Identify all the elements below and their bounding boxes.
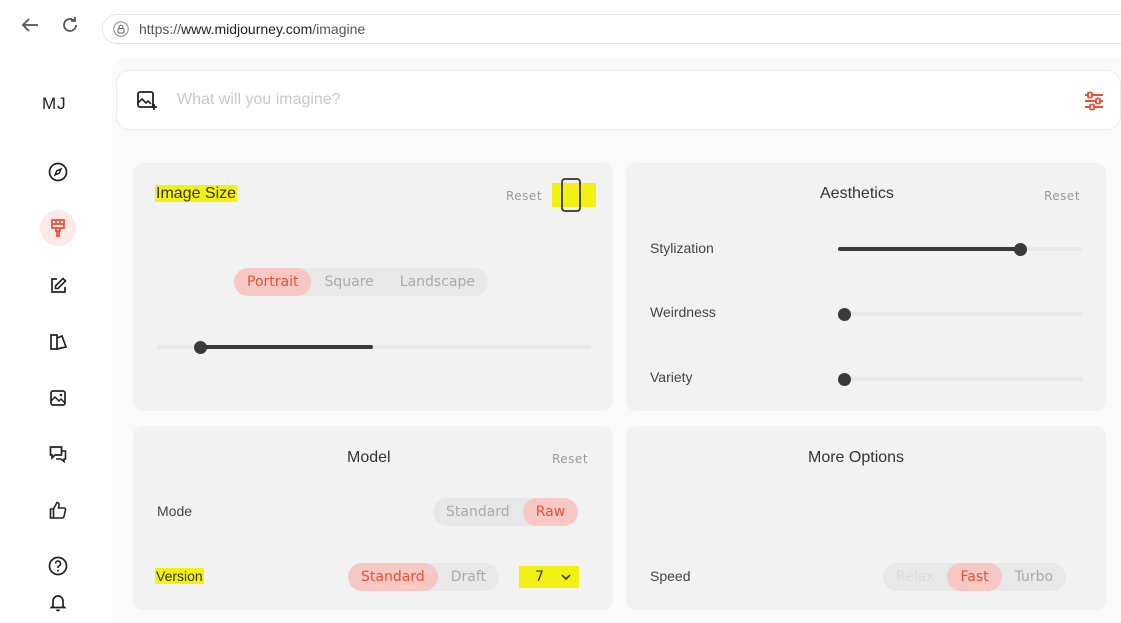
version-draft-option[interactable]: Draft	[438, 563, 499, 591]
browser-toolbar: https://www.midjourney.com/imagine	[0, 0, 1121, 58]
mode-label: Mode	[157, 503, 193, 519]
aesthetics-reset-button[interactable]: Reset	[1044, 189, 1080, 203]
sidebar-item-explore[interactable]	[40, 154, 76, 190]
speed-turbo-option[interactable]: Turbo	[1002, 563, 1067, 591]
more-options-title: More Options	[808, 449, 905, 466]
version-toggle: Standard Draft	[348, 563, 499, 591]
lock-icon	[113, 21, 129, 37]
weirdness-label: Weirdness	[650, 304, 716, 320]
reload-icon	[63, 17, 77, 32]
prompt-input[interactable]: What will you imagine?	[177, 91, 341, 109]
version-number-select[interactable]: 7	[519, 566, 579, 588]
chat-icon	[49, 446, 67, 464]
prompt-bar: What will you imagine?	[116, 70, 1121, 130]
stylization-slider-fill	[838, 247, 1022, 251]
mode-toggle: Standard Raw	[433, 498, 579, 526]
speed-toggle: Relax Fast Turbo	[883, 563, 1067, 591]
paintbrush-icon	[51, 219, 65, 237]
aspect-square-option[interactable]: Square	[311, 268, 386, 296]
sidebar-item-edit[interactable]	[40, 268, 76, 304]
aesthetics-title: Aesthetics	[820, 185, 894, 202]
aspect-landscape-option[interactable]: Landscape	[387, 268, 488, 296]
speed-relax-option[interactable]: Relax	[883, 563, 947, 591]
aspect-ratio-slider-handle[interactable]	[194, 341, 207, 354]
address-bar[interactable]: https://www.midjourney.com/imagine	[102, 14, 1121, 44]
url-path: /imagine	[312, 21, 366, 37]
more-options-card: More Options Speed Relax Fast Turbo	[626, 426, 1106, 610]
sidebar-item-organize[interactable]	[40, 380, 76, 416]
variety-label: Variety	[650, 369, 693, 385]
sidebar-item-create[interactable]	[40, 210, 76, 246]
sidebar: MJ	[0, 58, 112, 623]
variety-slider-track[interactable]	[838, 377, 1083, 381]
image-size-title-text: Image Size	[155, 185, 238, 202]
arrow-left-icon	[21, 18, 38, 32]
version-standard-option[interactable]: Standard	[348, 563, 438, 591]
stylization-label: Stylization	[650, 240, 714, 256]
image-size-card: Image Size Reset Portrait Square Landsca…	[133, 163, 613, 411]
sidebar-item-help[interactable]	[40, 548, 76, 584]
sidebar-item-tasks[interactable]	[40, 492, 76, 528]
url-scheme: https://	[139, 21, 182, 37]
weirdness-slider-track[interactable]	[838, 312, 1083, 316]
model-reset-button[interactable]: Reset	[552, 452, 588, 466]
image-icon	[50, 390, 66, 406]
sidebar-item-notifications[interactable]	[40, 584, 76, 620]
back-button[interactable]	[18, 14, 42, 38]
aspect-portrait-option[interactable]: Portrait	[234, 268, 312, 296]
image-size-reset-button[interactable]: Reset	[506, 189, 542, 203]
variety-slider-handle[interactable]	[838, 373, 851, 386]
personalize-icon	[50, 334, 68, 350]
speed-fast-option[interactable]: Fast	[947, 563, 1002, 591]
weirdness-slider-handle[interactable]	[838, 308, 851, 321]
mode-raw-option[interactable]: Raw	[522, 498, 579, 526]
stylization-slider-handle[interactable]	[1014, 243, 1027, 256]
mode-standard-option[interactable]: Standard	[433, 498, 523, 526]
sidebar-item-chat[interactable]	[40, 436, 76, 472]
edit-icon	[51, 277, 67, 293]
version-number-value: 7	[535, 569, 544, 585]
logo[interactable]: MJ	[42, 94, 67, 114]
add-image-icon[interactable]	[135, 89, 159, 113]
compass-icon	[48, 162, 68, 182]
chevron-down-icon	[561, 574, 571, 581]
version-label-text: Version	[155, 568, 204, 584]
model-card: Model Reset Mode Standard Raw Version St…	[133, 426, 613, 610]
aesthetics-card: Aesthetics Reset Stylization Weirdness V…	[626, 163, 1106, 411]
aspect-ratio-slider-fill	[201, 345, 373, 349]
thumbs-up-icon	[49, 501, 67, 519]
settings-sliders-icon[interactable]	[1082, 89, 1106, 113]
model-title: Model	[347, 449, 391, 466]
url-text: https://www.midjourney.com/imagine	[139, 21, 365, 37]
reload-button[interactable]	[58, 14, 82, 38]
image-size-title: Image Size	[155, 185, 238, 203]
sidebar-item-personalize[interactable]	[40, 324, 76, 360]
portrait-ratio-icon[interactable]	[560, 177, 582, 213]
speed-label: Speed	[650, 568, 691, 584]
bell-icon	[49, 595, 67, 612]
url-host: www.midjourney.com	[181, 21, 313, 37]
version-label: Version	[155, 568, 204, 584]
help-icon	[48, 556, 68, 576]
aspect-ratio-toggle: Portrait Square Landscape	[234, 268, 488, 296]
